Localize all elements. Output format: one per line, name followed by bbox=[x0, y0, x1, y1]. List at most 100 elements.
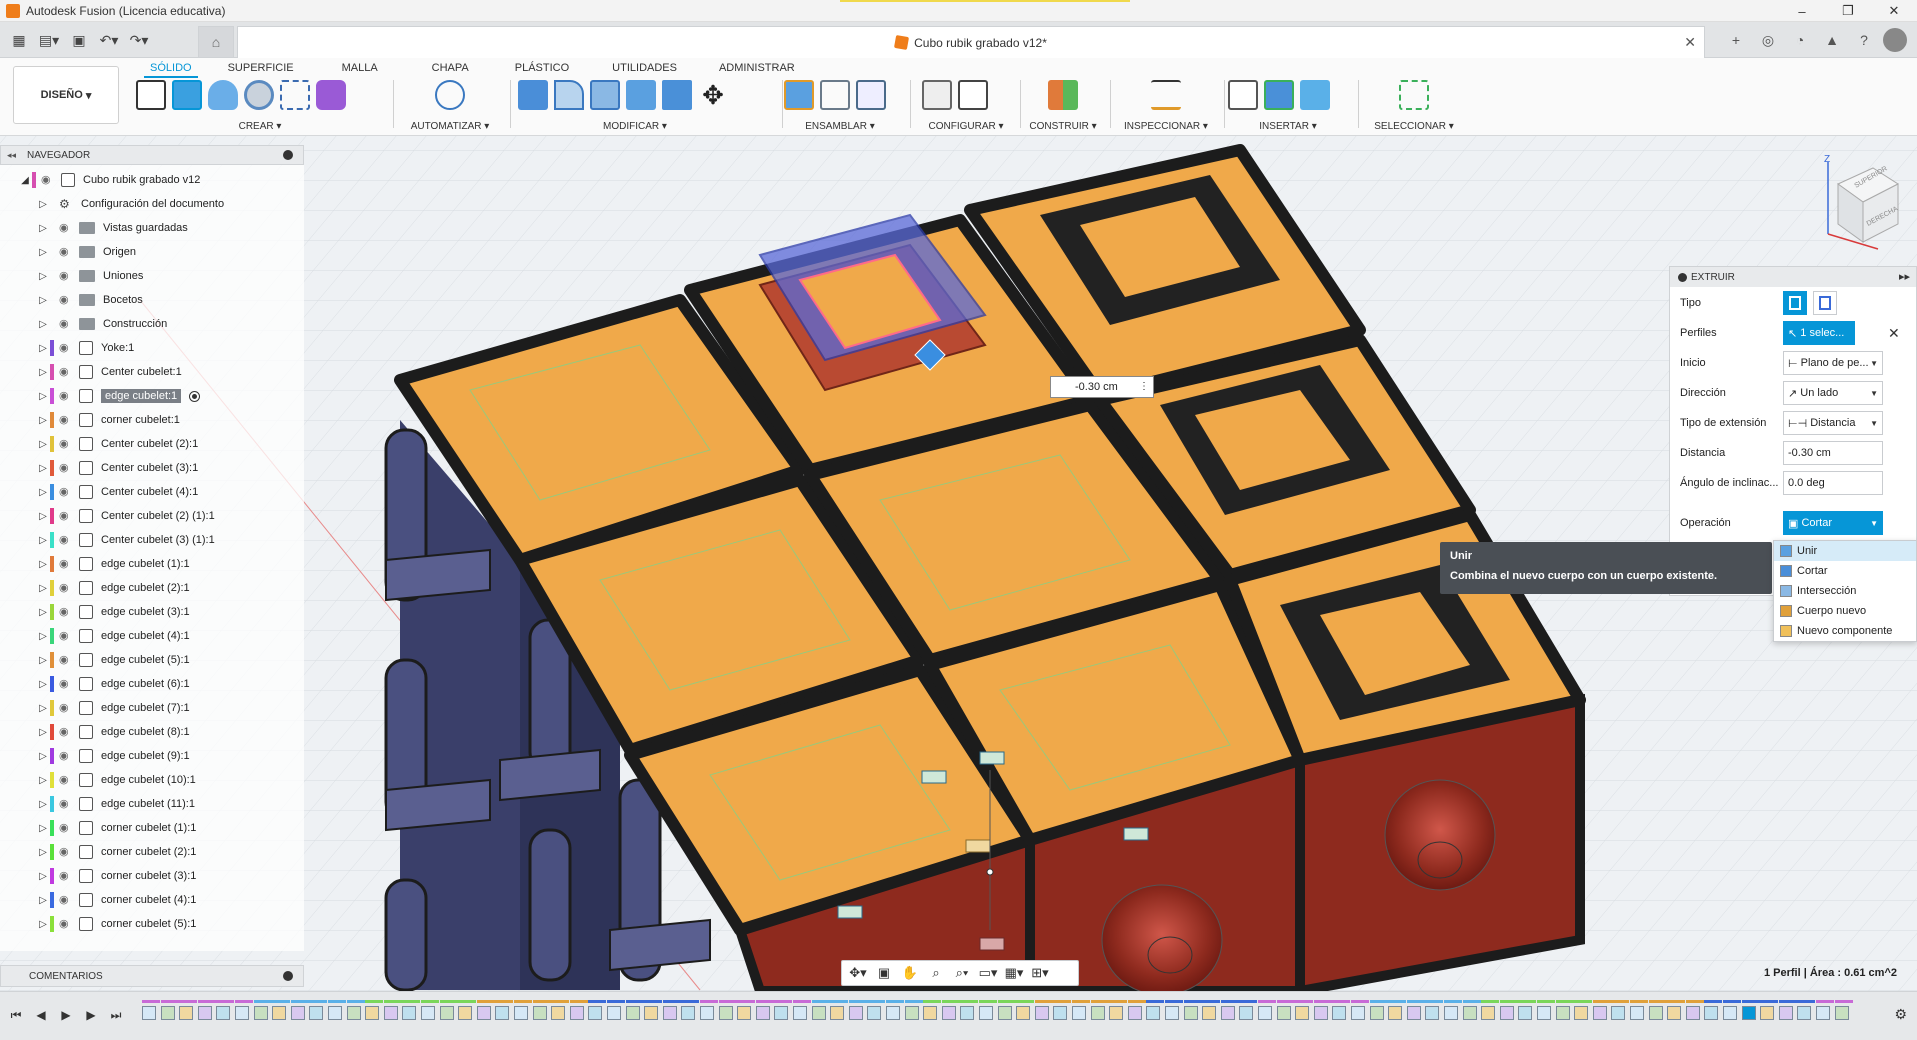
visibility-eye-icon[interactable]: ◉ bbox=[59, 271, 73, 282]
tree-item[interactable]: ▷ ◉ corner cubelet (4):1 bbox=[0, 888, 304, 912]
insert-derive-icon[interactable] bbox=[1228, 80, 1258, 110]
timeline-feature[interactable] bbox=[1425, 1006, 1440, 1020]
timeline-feature[interactable] bbox=[1202, 1006, 1217, 1020]
grid-settings-icon[interactable]: ▦▾ bbox=[1004, 963, 1024, 983]
timeline-feature[interactable] bbox=[886, 1006, 900, 1020]
zoom-icon[interactable]: ⌕ bbox=[926, 963, 946, 983]
visibility-eye-icon[interactable]: ◉ bbox=[41, 175, 55, 186]
group-label-configurar[interactable]: CONFIGURAR ▾ bbox=[922, 121, 1010, 132]
visibility-eye-icon[interactable]: ◉ bbox=[59, 223, 73, 234]
timeline-feature[interactable] bbox=[1797, 1006, 1812, 1020]
visibility-eye-icon[interactable]: ◉ bbox=[59, 919, 73, 930]
expand-triangle-icon[interactable]: ▷ bbox=[36, 271, 50, 282]
navigator-header[interactable]: ◂◂ NAVEGADOR bbox=[0, 145, 304, 165]
timeline-feature[interactable] bbox=[346, 1006, 361, 1020]
timeline-feature[interactable] bbox=[1462, 1006, 1477, 1020]
timeline-feature[interactable] bbox=[253, 1006, 268, 1020]
timeline-feature[interactable] bbox=[1016, 1006, 1031, 1020]
tree-item[interactable]: ▷ ◉ edge cubelet (6):1 bbox=[0, 672, 304, 696]
more-icon[interactable]: ⋮ bbox=[1139, 381, 1149, 392]
timeline-feature[interactable] bbox=[235, 1006, 249, 1020]
expand-triangle-icon[interactable]: ▷ bbox=[36, 751, 50, 762]
visibility-eye-icon[interactable]: ◉ bbox=[59, 463, 73, 474]
visibility-eye-icon[interactable]: ◉ bbox=[59, 823, 73, 834]
look-at-icon[interactable]: ▣ bbox=[874, 963, 894, 983]
tree-item[interactable]: ▷ ◉ edge cubelet (7):1 bbox=[0, 696, 304, 720]
save-icon[interactable]: ▣ bbox=[66, 28, 92, 52]
timeline-feature[interactable] bbox=[1034, 1006, 1049, 1020]
timeline-feature[interactable] bbox=[1555, 1006, 1570, 1020]
tree-item[interactable]: ▷ ◉ edge cubelet (9):1 bbox=[0, 744, 304, 768]
timeline-feature[interactable] bbox=[439, 1006, 454, 1020]
option-unir[interactable]: Unir bbox=[1774, 541, 1916, 561]
timeline-feature[interactable] bbox=[1313, 1006, 1328, 1020]
timeline-feature[interactable] bbox=[1406, 1006, 1421, 1020]
timeline-feature[interactable] bbox=[867, 1006, 882, 1020]
pan-icon[interactable]: ✋ bbox=[900, 963, 920, 983]
add-comment-icon[interactable] bbox=[283, 971, 293, 981]
tab-administrar[interactable]: ADMINISTRAR bbox=[719, 60, 795, 76]
tree-item[interactable]: ▷ ⚙ Configuración del documento bbox=[0, 192, 304, 216]
combine-icon[interactable] bbox=[626, 80, 656, 110]
tree-item[interactable]: ▷ ◉ Origen bbox=[0, 240, 304, 264]
timeline-feature[interactable] bbox=[1444, 1006, 1458, 1020]
table-icon[interactable] bbox=[958, 80, 988, 110]
collapse-dot-icon[interactable] bbox=[1678, 272, 1687, 282]
timeline-feature[interactable] bbox=[923, 1006, 938, 1020]
tree-item[interactable]: ▷ ◉ Center cubelet (4):1 bbox=[0, 480, 304, 504]
orbit-icon[interactable]: ✥▾ bbox=[848, 963, 868, 983]
type-extrude-icon[interactable] bbox=[1783, 291, 1807, 315]
tree-item[interactable]: ▷ ◉ edge cubelet (3):1 bbox=[0, 600, 304, 624]
expand-triangle-icon[interactable]: ▷ bbox=[36, 847, 50, 858]
option-interseccion[interactable]: Intersección bbox=[1774, 581, 1916, 601]
timeline-feature[interactable] bbox=[588, 1006, 603, 1020]
clear-selection-icon[interactable]: ✕ bbox=[1888, 325, 1900, 342]
timeline-prev-icon[interactable]: ◀ bbox=[33, 1006, 49, 1024]
construct-plane-icon[interactable] bbox=[1048, 80, 1078, 110]
timeline-feature[interactable] bbox=[1239, 1006, 1254, 1020]
comments-panel-header[interactable]: COMENTARIOS bbox=[0, 965, 304, 987]
redo-icon[interactable]: ↷▾ bbox=[126, 28, 152, 52]
automate-icon[interactable] bbox=[435, 80, 465, 110]
timeline-feature[interactable] bbox=[774, 1006, 789, 1020]
visibility-eye-icon[interactable]: ◉ bbox=[59, 367, 73, 378]
visibility-eye-icon[interactable]: ◉ bbox=[59, 751, 73, 762]
extrude-icon[interactable] bbox=[172, 80, 202, 110]
move-icon[interactable]: ✥ bbox=[698, 80, 728, 110]
tab-superficie[interactable]: SUPERFICIE bbox=[228, 60, 294, 76]
visibility-eye-icon[interactable]: ◉ bbox=[59, 775, 73, 786]
expand-triangle-icon[interactable]: ▷ bbox=[36, 463, 50, 474]
timeline-feature[interactable] bbox=[1778, 1006, 1793, 1020]
activate-radio-icon[interactable] bbox=[189, 390, 201, 402]
timeline-feature[interactable] bbox=[1220, 1006, 1235, 1020]
timeline-feature[interactable] bbox=[662, 1006, 677, 1020]
tree-item[interactable]: ▷ ◉ corner cubelet (5):1 bbox=[0, 912, 304, 936]
timeline-feature[interactable] bbox=[979, 1006, 993, 1020]
jobs-icon[interactable]: ◔ bbox=[1787, 28, 1813, 52]
timeline-settings-icon[interactable]: ⚙ bbox=[1894, 1006, 1907, 1023]
tree-item[interactable]: ▷ ◉ edge cubelet (8):1 bbox=[0, 720, 304, 744]
timeline-feature[interactable] bbox=[514, 1006, 528, 1020]
group-label-automatizar[interactable]: AUTOMATIZAR ▾ bbox=[400, 121, 500, 132]
timeline-track[interactable] bbox=[142, 1000, 1872, 1032]
expand-triangle-icon[interactable]: ▷ bbox=[36, 583, 50, 594]
timeline-feature[interactable] bbox=[1499, 1006, 1514, 1020]
visibility-eye-icon[interactable]: ◉ bbox=[59, 559, 73, 570]
timeline-feature[interactable] bbox=[1592, 1006, 1607, 1020]
visibility-eye-icon[interactable]: ◉ bbox=[59, 871, 73, 882]
tree-item[interactable]: ▷ ◉ corner cubelet:1 bbox=[0, 408, 304, 432]
timeline-feature[interactable] bbox=[383, 1006, 398, 1020]
option-nuevo-componente[interactable]: Nuevo componente bbox=[1774, 621, 1916, 641]
timeline-feature[interactable] bbox=[607, 1006, 621, 1020]
timeline-feature[interactable] bbox=[1165, 1006, 1179, 1020]
timeline-feature[interactable] bbox=[197, 1006, 212, 1020]
visibility-eye-icon[interactable]: ◉ bbox=[59, 511, 73, 522]
visibility-eye-icon[interactable]: ◉ bbox=[59, 415, 73, 426]
timeline-feature[interactable] bbox=[1090, 1006, 1105, 1020]
document-tab[interactable]: Cubo rubik grabado v12* ✕ bbox=[237, 26, 1705, 58]
visibility-eye-icon[interactable]: ◉ bbox=[59, 487, 73, 498]
tree-item[interactable]: ▷ ◉ Center cubelet (3) (1):1 bbox=[0, 528, 304, 552]
expand-triangle-icon[interactable]: ▷ bbox=[36, 799, 50, 810]
timeline-feature[interactable] bbox=[1369, 1006, 1384, 1020]
notifications-icon[interactable]: ▲ bbox=[1819, 28, 1845, 52]
